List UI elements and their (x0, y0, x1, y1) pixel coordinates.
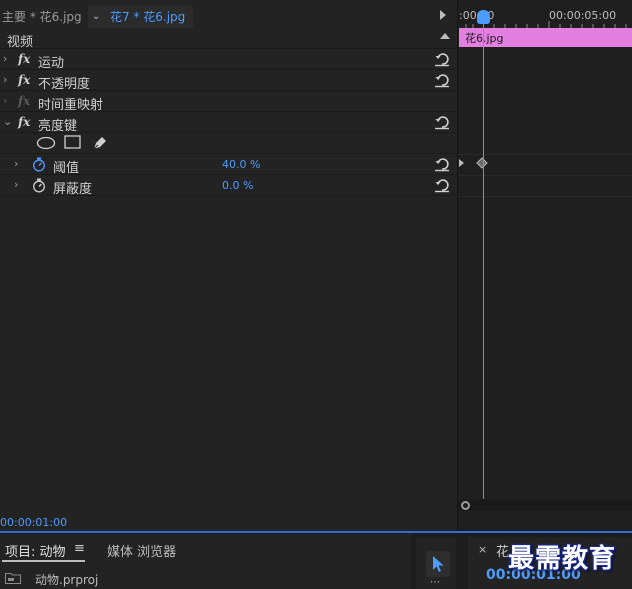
panel-focus-divider (0, 531, 632, 533)
timeline-zoom-scrollbar[interactable] (458, 499, 632, 511)
property-row-threshold[interactable]: › 阈值 40.0 % (0, 154, 457, 176)
current-timecode[interactable]: 00:00:01:00 (0, 516, 67, 529)
effect-name: 亮度键 (38, 119, 78, 134)
property-value[interactable]: 40.0 % (222, 158, 260, 171)
sequence-clip-tab[interactable]: ⌄ 花7 * 花6.jpg (88, 6, 193, 28)
play-only-clip-icon[interactable] (440, 10, 446, 20)
pen-mask-icon[interactable] (91, 134, 109, 152)
project-file-name[interactable]: 动物.prproj (35, 571, 98, 588)
selection-arrow-icon (433, 556, 444, 572)
fx-icon[interactable]: fx (18, 52, 30, 66)
chevron-down-icon[interactable]: ⌄ (3, 116, 13, 128)
stopwatch-icon[interactable] (32, 178, 46, 193)
effect-controls-list: 主要 * 花6.jpg ⌄ 花7 * 花6.jpg 视频 › fx 运动 › f… (0, 0, 457, 531)
rectangle-mask-icon[interactable] (64, 135, 82, 150)
timecode-strip: 00:00:01:00 (0, 515, 632, 531)
sequence-clip-label: 花7 * 花6.jpg (110, 10, 186, 24)
reset-icon[interactable] (434, 156, 450, 172)
reset-icon[interactable] (434, 177, 450, 193)
master-clip-tab[interactable]: 主要 * 花6.jpg (2, 6, 82, 28)
effect-row-luma-key[interactable]: ⌄ fx 亮度键 (0, 112, 457, 134)
timeline-row-divider (458, 175, 632, 176)
chevron-right-icon[interactable]: › (3, 95, 13, 107)
timeline-row-divider (458, 154, 632, 155)
stopwatch-active-icon[interactable] (32, 157, 46, 172)
clip-bar[interactable]: 花6.jpg (459, 28, 632, 47)
property-value[interactable]: 0.0 % (222, 179, 253, 192)
effect-controls-panel: 主要 * 花6.jpg ⌄ 花7 * 花6.jpg 视频 › fx 运动 › f… (0, 0, 632, 531)
keyframe-navigator-icon[interactable] (459, 159, 464, 167)
reset-icon[interactable] (434, 51, 450, 67)
selection-tool-button[interactable] (426, 551, 450, 577)
effect-row-motion[interactable]: › fx 运动 (0, 49, 457, 71)
reset-icon[interactable] (434, 72, 450, 88)
zoom-handle[interactable] (461, 501, 470, 510)
property-row-tolerance[interactable]: › 屏蔽度 0.0 % (0, 175, 457, 197)
ellipse-mask-icon[interactable] (36, 136, 56, 150)
close-icon[interactable]: × (478, 543, 487, 556)
fx-icon[interactable]: fx (18, 94, 30, 108)
effect-name: 运动 (38, 56, 65, 71)
property-name: 屏蔽度 (53, 182, 93, 197)
watermark-logo: 最需教育 (508, 544, 617, 574)
video-section-header[interactable]: 视频 (0, 28, 457, 50)
mask-tools-row (0, 133, 457, 154)
chevron-right-icon[interactable]: › (3, 74, 13, 86)
timeline-row-divider (458, 196, 632, 197)
more-tools-icon[interactable]: ⋯ (430, 577, 440, 588)
tools-panel: ⋯ (416, 537, 456, 589)
chevron-right-icon[interactable]: › (14, 179, 24, 191)
playhead-line (483, 18, 484, 500)
video-section-label: 视频 (7, 35, 34, 50)
reset-icon[interactable] (434, 114, 450, 130)
keyframe-diamond[interactable] (476, 157, 488, 169)
playhead-handle[interactable] (477, 10, 490, 24)
chevron-down-icon[interactable]: ⌄ (92, 6, 100, 28)
effect-row-opacity[interactable]: › fx 不透明度 (0, 70, 457, 92)
fx-icon[interactable]: fx (18, 73, 30, 87)
panel-menu-icon[interactable]: ≡ (74, 541, 85, 556)
clip-bar-label: 花6.jpg (465, 32, 504, 45)
collapse-arrow-icon[interactable] (440, 33, 450, 39)
project-bin-icon (5, 573, 21, 584)
project-panel: 项目: 动物 ≡ 媒体 浏览器 动物.prproj (0, 534, 411, 589)
fx-icon[interactable]: fx (18, 115, 30, 129)
media-browser-tab[interactable]: 媒体 浏览器 (107, 541, 176, 560)
effect-name: 时间重映射 (38, 98, 104, 113)
effect-controls-header: 主要 * 花6.jpg ⌄ 花7 * 花6.jpg (0, 6, 457, 28)
chevron-right-icon[interactable]: › (14, 158, 24, 170)
chevron-right-icon[interactable]: › (3, 53, 13, 65)
effect-row-time-remapping[interactable]: › fx 时间重映射 (0, 91, 457, 113)
property-name: 阈值 (53, 161, 80, 176)
active-tab-underline (2, 560, 85, 562)
effect-name: 不透明度 (38, 77, 91, 92)
project-tab[interactable]: 项目: 动物 (5, 541, 66, 560)
effect-controls-timeline[interactable]: :00:00 00:00:05:00 花6.jpg (457, 0, 632, 531)
